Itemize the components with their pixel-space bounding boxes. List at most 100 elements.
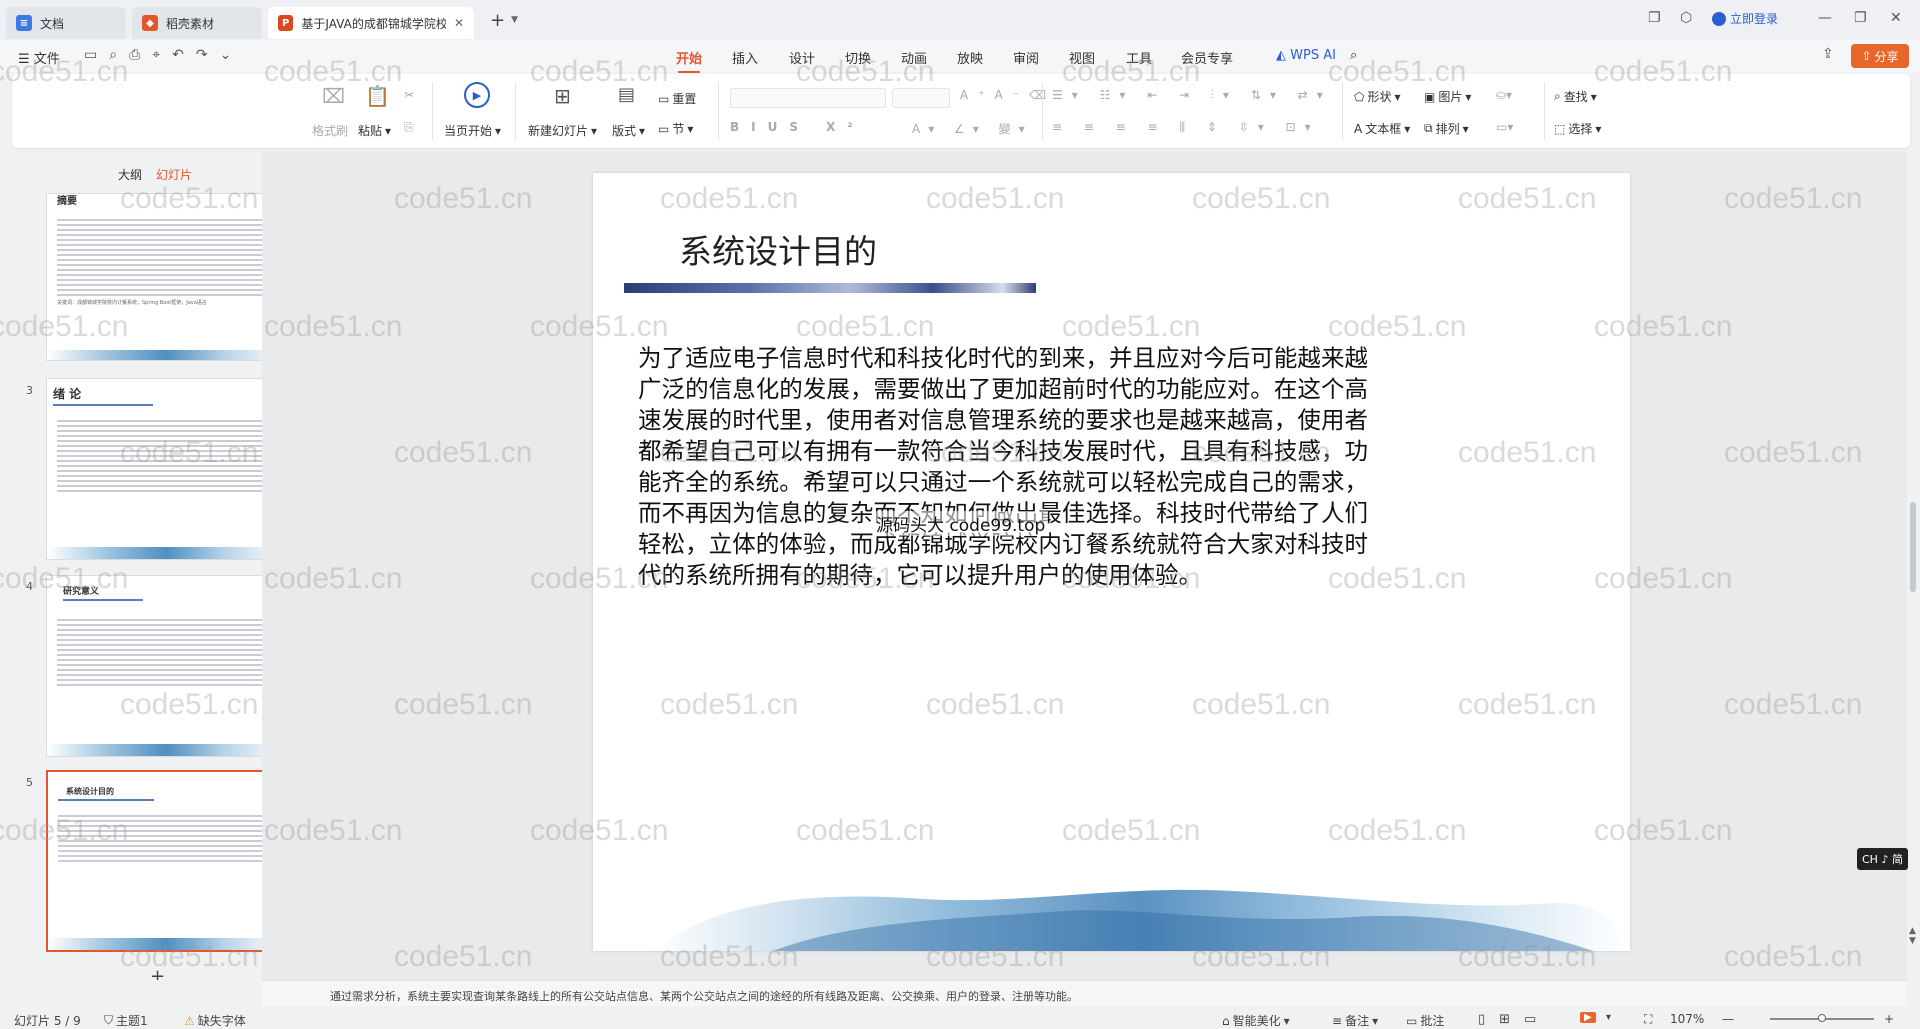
vertical-scrollbar[interactable]: [1907, 152, 1920, 980]
reset-icon: ▭: [658, 91, 670, 106]
tab-tools[interactable]: 工具: [1126, 48, 1152, 67]
slide-thumbnail-3[interactable]: 绪 论: [46, 378, 286, 560]
zoom-out-icon[interactable]: —: [1722, 1012, 1734, 1026]
textbox-icon: A: [1354, 121, 1363, 136]
cube-icon[interactable]: ⬡: [1680, 10, 1692, 26]
thumb-title: 摘要: [57, 196, 77, 207]
slideshow-play-icon[interactable]: ▶: [1580, 1012, 1596, 1023]
font-size-select[interactable]: [892, 88, 950, 108]
find-button[interactable]: ⌕ 查找 ▾: [1554, 88, 1597, 105]
watercolor-footer: [653, 889, 1630, 951]
select-button[interactable]: ⬚ 选择 ▾: [1554, 120, 1601, 137]
format-painter-icon[interactable]: ⌧: [322, 84, 345, 108]
notes-text[interactable]: 通过需求分析，系统主要实现查询某条路线上的所有公交站点信息、某两个公交站点之间的…: [330, 988, 1078, 1004]
chevron-down-icon[interactable]: ▾: [1606, 1012, 1611, 1023]
beautify-icon: ⌂: [1222, 1013, 1230, 1028]
cut-icon[interactable]: ✂: [404, 88, 414, 102]
tab-slideshow[interactable]: 放映: [957, 48, 983, 67]
shape-button[interactable]: ⬠ 形状 ▾: [1354, 88, 1400, 105]
slide-body-text[interactable]: 为了适应电子信息时代和科技化时代的到来，并且应对今后可能越来越广泛的信息化的发展…: [638, 343, 1368, 591]
fill-icon[interactable]: ⛀▾: [1496, 88, 1512, 102]
wps-ai-button[interactable]: ◭ WPS AI: [1276, 48, 1336, 63]
font-family-select[interactable]: [730, 88, 886, 108]
zoom-level[interactable]: 107%: [1670, 1012, 1704, 1026]
beautify-button[interactable]: ⌂ 智能美化 ▾: [1222, 1012, 1290, 1029]
copy-icon[interactable]: ⎘: [404, 120, 414, 135]
view-mode-icons[interactable]: ▯⊞▭: [1478, 1012, 1550, 1027]
close-icon[interactable]: ✕: [454, 16, 464, 30]
tab-docer[interactable]: ◆ 稻壳素材: [132, 7, 262, 39]
file-menu[interactable]: ☰ 文件: [18, 48, 60, 67]
outline-tab[interactable]: 大纲: [118, 166, 142, 183]
list-icons[interactable]: ☰▾ ☷▾ ⇤ ⇥ ⫶▾ ⇅▾ ⇄▾: [1052, 88, 1332, 103]
tab-insert[interactable]: 插入: [732, 48, 758, 67]
play-icon[interactable]: ▶: [464, 82, 490, 108]
share-button[interactable]: ⇧ 分享: [1851, 44, 1909, 68]
slide-thumbnail-4[interactable]: 研究意义: [46, 575, 286, 757]
tab-view[interactable]: 视图: [1069, 48, 1095, 67]
scroll-arrows-icon[interactable]: ▲ ▼: [1909, 926, 1916, 946]
align-icons[interactable]: ≡ ≡ ≡ ≡ ⫼ ⇕ ⇳▾ ⊡▾: [1052, 120, 1320, 135]
thumb-caption: 关键词：成都锦城学院校内订餐系统；Spring Boot框架；Java语言: [57, 300, 207, 306]
current-slide[interactable]: 系统设计目的 为了适应电子信息时代和科技化时代的到来，并且应对今后可能越来越广泛…: [593, 173, 1630, 951]
new-tab-icon[interactable]: +: [490, 10, 505, 31]
tab-home[interactable]: 开始: [676, 48, 702, 73]
slide-thumbnail-2[interactable]: 摘要 关键词：成都锦城学院校内订餐系统；Spring Boot框架；Java语言: [46, 193, 286, 361]
reset-button[interactable]: ▭ 重置: [658, 90, 696, 107]
ime-indicator[interactable]: CH ♪ 简: [1857, 848, 1908, 870]
slide-number: 5: [26, 776, 33, 789]
close-window-icon[interactable]: ✕: [1890, 10, 1902, 26]
notes-button[interactable]: ≡ 备注 ▾: [1332, 1012, 1378, 1029]
zoom-in-icon[interactable]: +: [1884, 1012, 1894, 1026]
arrange-button[interactable]: ⧉ 排列 ▾: [1424, 120, 1469, 137]
picture-button[interactable]: ▣ 图片 ▾: [1424, 88, 1471, 105]
tab-review[interactable]: 审阅: [1013, 48, 1039, 67]
tab-animation[interactable]: 动画: [901, 48, 927, 67]
outline-icon[interactable]: ▭▾: [1496, 120, 1513, 134]
paste-icon[interactable]: 📋: [365, 84, 390, 108]
tab-design[interactable]: 设计: [789, 48, 815, 67]
slide-title[interactable]: 系统设计目的: [679, 225, 877, 273]
tab-member[interactable]: 会员专享: [1181, 48, 1233, 67]
layout-button[interactable]: 版式 ▾: [612, 122, 645, 139]
overlay-watermark-text: 源码头大 code99.top: [873, 511, 1049, 536]
section-button[interactable]: ▭ 节 ▾: [658, 120, 693, 137]
from-current-button[interactable]: 当页开始 ▾: [444, 122, 501, 139]
scroll-thumb[interactable]: [1910, 502, 1916, 592]
quick-access-icons[interactable]: ▭⌕⎙⌖↶↷⌄: [84, 47, 243, 63]
restore-icon[interactable]: ❐: [1854, 10, 1867, 26]
search-icon[interactable]: ⌕: [1350, 48, 1357, 63]
font-color-icons[interactable]: A▾ ∠▾ 變▾: [912, 120, 1033, 137]
format-painter-button[interactable]: 格式刷: [312, 122, 348, 139]
slide-thumbnail-5[interactable]: 系统设计目的: [46, 770, 286, 952]
textbox-button[interactable]: A 文本框 ▾: [1354, 120, 1410, 137]
tab-presentation[interactable]: P 基于JAVA的成都锦城学院校 ✕: [268, 7, 474, 39]
slides-tab[interactable]: 幻灯片: [156, 166, 192, 183]
tab-label: 稻壳素材: [166, 16, 215, 31]
thumb-title: 绪 论: [53, 387, 82, 401]
menu-bar: ☰ 文件 ▭⌕⎙⌖↶↷⌄ 开始 插入 设计 切换 动画 放映 审阅 视图 工具 …: [0, 40, 1920, 73]
thumb-watercolor: [48, 938, 284, 950]
warning-icon: ⚠: [184, 1013, 195, 1028]
thumb-watercolor: [47, 547, 285, 559]
fit-window-icon[interactable]: ⛶: [1644, 1012, 1652, 1027]
tab-label: 文档: [40, 16, 65, 31]
minimize-icon[interactable]: —: [1818, 10, 1832, 26]
tab-docs[interactable]: ≡ 文档: [6, 7, 126, 39]
notes-icon: ≡: [1332, 1013, 1343, 1028]
new-slide-button[interactable]: 新建幻灯片 ▾: [528, 122, 597, 139]
font-style-icons[interactable]: BIUS X²: [730, 120, 865, 134]
login-button[interactable]: 立即登录: [1712, 10, 1778, 27]
cloud-upload-icon[interactable]: ⇪: [1822, 46, 1834, 62]
comment-button[interactable]: ▭ 批注: [1406, 1012, 1444, 1029]
missing-font-indicator[interactable]: ⚠ 缺失字体: [184, 1012, 246, 1029]
new-slide-icon[interactable]: ⊞: [554, 84, 571, 108]
paste-button[interactable]: 粘贴 ▾: [358, 122, 391, 139]
window-layout-icon[interactable]: ❐: [1648, 10, 1661, 26]
chevron-down-icon[interactable]: ▼: [511, 15, 518, 25]
layout-icon[interactable]: ▤: [618, 84, 635, 105]
ribbon-toolbar: ⌧ 格式刷 📋 粘贴 ▾ ✂ ⎘ ▶ 当页开始 ▾ ⊞ 新建幻灯片 ▾ ▤ 版式…: [12, 74, 1910, 148]
theme-indicator[interactable]: ⛉ 主题1: [104, 1012, 148, 1029]
tab-transition[interactable]: 切换: [845, 48, 871, 67]
zoom-slider-handle[interactable]: [1818, 1014, 1826, 1022]
